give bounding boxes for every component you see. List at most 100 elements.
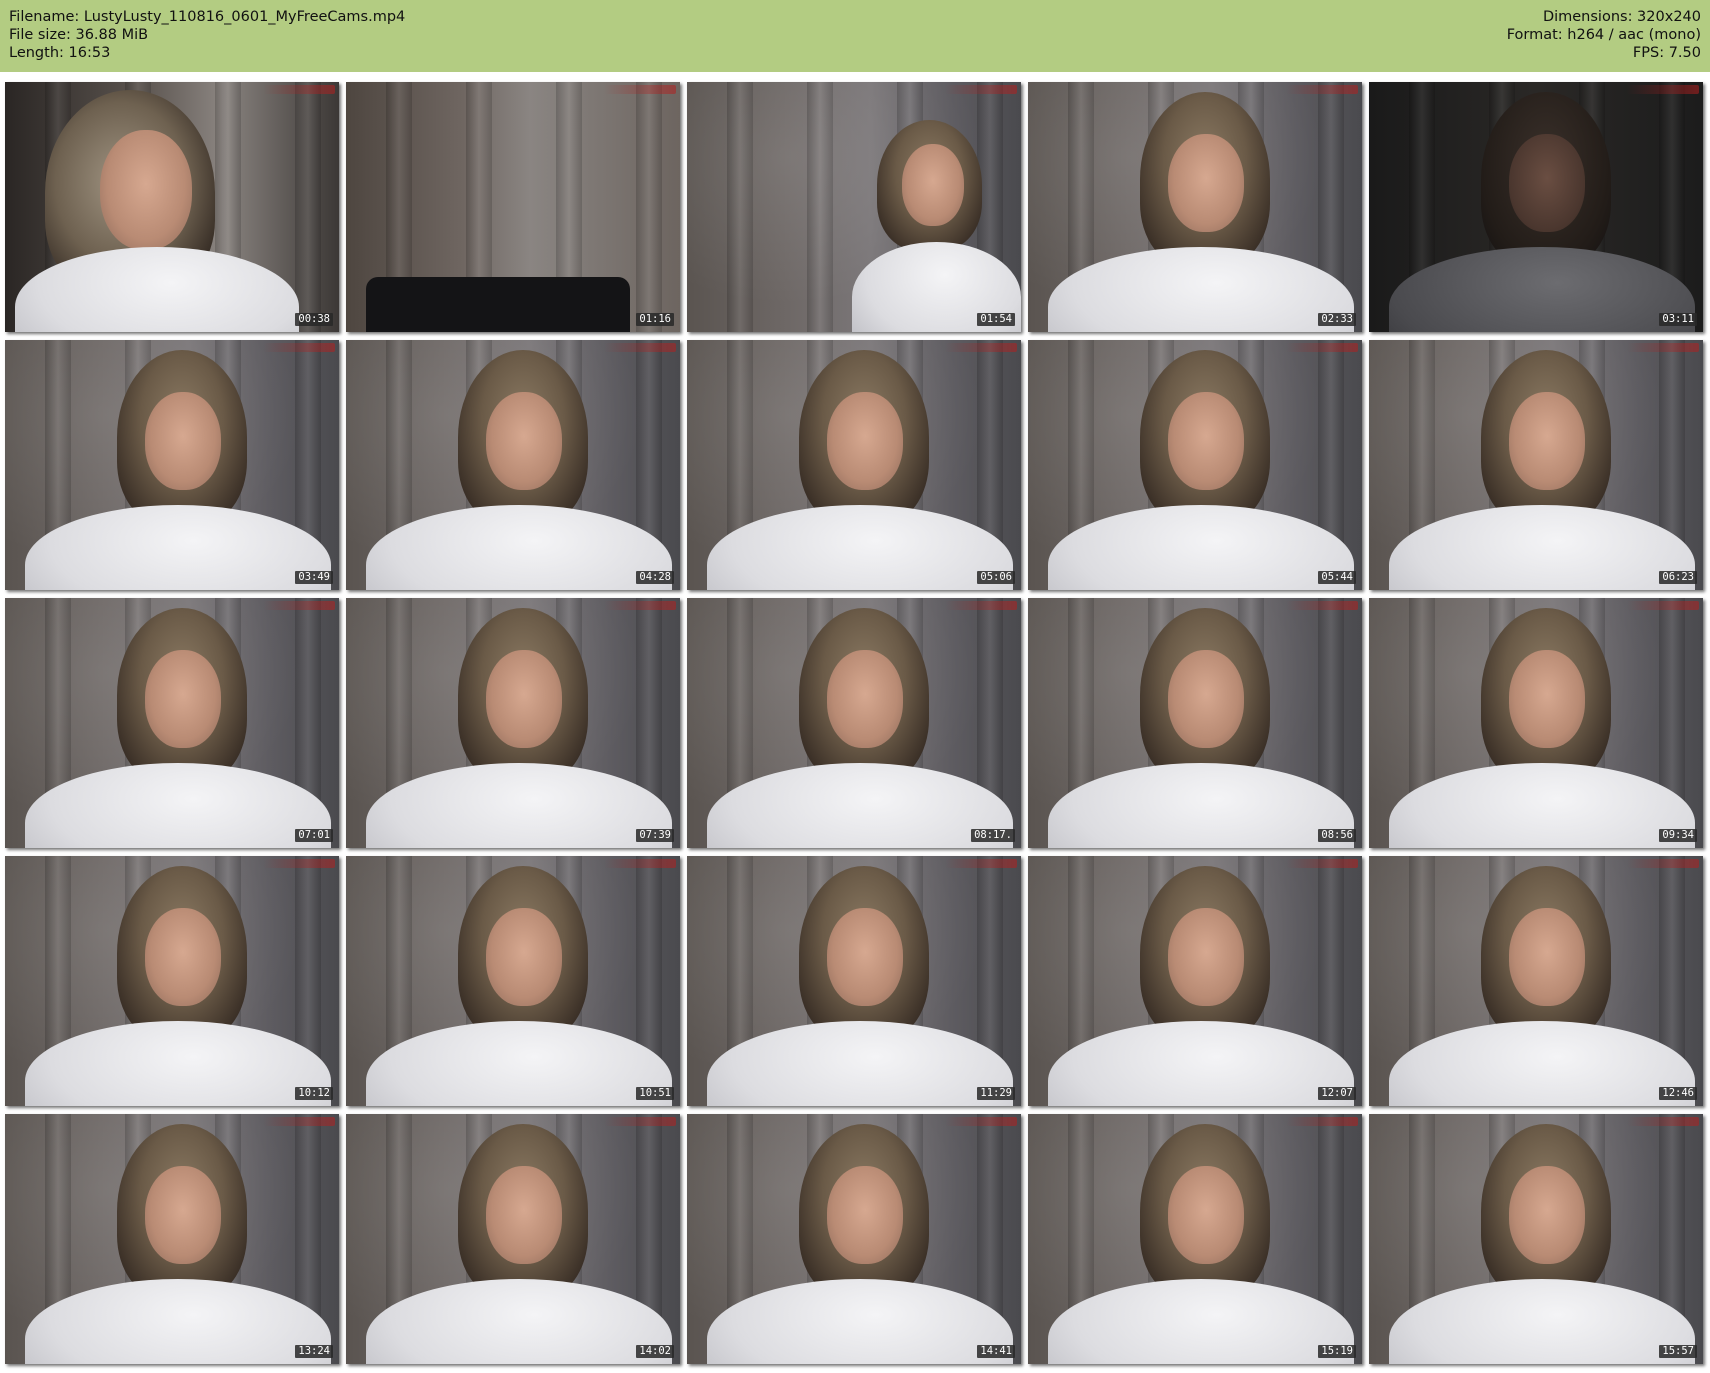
watermark	[1627, 601, 1699, 610]
timestamp-label: 13:24	[295, 1345, 333, 1358]
file-info: Filename: LustyLusty_110816_0601_MyFreeC…	[9, 8, 405, 62]
watermark	[1627, 343, 1699, 352]
person-face	[145, 908, 221, 1006]
info-header: Filename: LustyLusty_110816_0601_MyFreeC…	[0, 0, 1710, 72]
watermark	[1627, 1117, 1699, 1126]
watermark	[604, 859, 676, 868]
fps-text: FPS: 7.50	[1632, 45, 1701, 61]
watermark	[263, 343, 335, 352]
video-thumbnail: 10:12	[5, 856, 339, 1106]
watermark	[263, 1117, 335, 1126]
timestamp-label: 14:41	[977, 1345, 1015, 1358]
curtain-fold	[295, 82, 321, 332]
person-face	[827, 1166, 903, 1264]
stream-info: Dimensions: 320x240 Format: h264 / aac (…	[1507, 8, 1701, 62]
watermark	[604, 601, 676, 610]
video-thumbnail: 14:02	[346, 1114, 680, 1364]
timestamp-label: 15:19	[1318, 1345, 1356, 1358]
timestamp-label: 14:02	[636, 1345, 674, 1358]
person-face	[1509, 1166, 1585, 1264]
timestamp-label: 01:16	[636, 313, 674, 326]
video-thumbnail: 04:28	[346, 340, 680, 590]
video-thumbnail: 08:17.	[687, 598, 1021, 848]
watermark	[1286, 343, 1358, 352]
timestamp-label: 04:28	[636, 571, 674, 584]
video-thumbnail: 05:44	[1028, 340, 1362, 590]
timestamp-label: 12:07	[1318, 1087, 1356, 1100]
watermark	[1627, 85, 1699, 94]
person-face	[1168, 1166, 1244, 1264]
video-thumbnail: 02:33	[1028, 82, 1362, 332]
timestamp-label: 07:39	[636, 829, 674, 842]
video-thumbnail: 01:16	[346, 82, 680, 332]
video-thumbnail: 14:41	[687, 1114, 1021, 1364]
timestamp-label: 08:56	[1318, 829, 1356, 842]
video-thumbnail: 07:39	[346, 598, 680, 848]
video-thumbnail: 00:38	[5, 82, 339, 332]
watermark	[604, 85, 676, 94]
person-face	[1509, 908, 1585, 1006]
video-thumbnail: 15:19	[1028, 1114, 1362, 1364]
video-thumbnail: 12:07	[1028, 856, 1362, 1106]
watermark	[945, 1117, 1017, 1126]
timestamp-label: 03:49	[295, 571, 333, 584]
person-face	[902, 144, 964, 226]
video-thumbnail: 08:56	[1028, 598, 1362, 848]
video-thumbnail: 07:01	[5, 598, 339, 848]
person-face	[486, 650, 562, 748]
person-face	[1509, 134, 1585, 232]
timestamp-label: 10:51	[636, 1087, 674, 1100]
person-face	[827, 392, 903, 490]
format-text: Format: h264 / aac (mono)	[1506, 27, 1701, 43]
timestamp-label: 10:12	[295, 1087, 333, 1100]
timestamp-label: 05:06	[977, 571, 1015, 584]
person-face	[145, 392, 221, 490]
curtain-fold	[727, 82, 753, 332]
timestamp-label: 03:11	[1659, 313, 1697, 326]
person-face	[827, 650, 903, 748]
person-face	[145, 1166, 221, 1264]
video-thumbnail: 01:54	[687, 82, 1021, 332]
watermark	[604, 343, 676, 352]
person-face	[486, 908, 562, 1006]
person-face	[145, 650, 221, 748]
timestamp-label: 02:33	[1318, 313, 1356, 326]
watermark	[945, 601, 1017, 610]
filesize-text: File size: 36.88 MiB	[9, 27, 149, 43]
video-thumbnail: 03:49	[5, 340, 339, 590]
timestamp-label: 00:38	[295, 313, 333, 326]
curtain-fold	[636, 82, 662, 332]
video-thumbnail: 09:34	[1369, 598, 1703, 848]
watermark	[263, 859, 335, 868]
video-thumbnail: 15:57	[1369, 1114, 1703, 1364]
person-face	[1168, 392, 1244, 490]
dimensions-text: Dimensions: 320x240	[1542, 9, 1701, 25]
watermark	[1286, 85, 1358, 94]
video-thumbnail: 12:46	[1369, 856, 1703, 1106]
timestamp-label: 08:17.	[971, 829, 1015, 842]
length-text: Length: 16:53	[9, 45, 111, 61]
video-thumbnail: 03:11	[1369, 82, 1703, 332]
filename-text: Filename: LustyLusty_110816_0601_MyFreeC…	[9, 9, 406, 25]
person-face	[1168, 650, 1244, 748]
person-face	[486, 1166, 562, 1264]
watermark	[1286, 1117, 1358, 1126]
sofa-shape	[366, 277, 630, 332]
watermark	[604, 1117, 676, 1126]
timestamp-label: 11:29	[977, 1087, 1015, 1100]
person-face	[827, 908, 903, 1006]
video-thumbnail: 06:23	[1369, 340, 1703, 590]
video-thumbnail: 13:24	[5, 1114, 339, 1364]
timestamp-label: 15:57	[1659, 1345, 1697, 1358]
curtain-fold	[807, 82, 833, 332]
person-face	[1509, 392, 1585, 490]
timestamp-label: 01:54	[977, 313, 1015, 326]
watermark	[945, 343, 1017, 352]
video-thumbnail: 05:06	[687, 340, 1021, 590]
person-face	[1168, 908, 1244, 1006]
watermark	[1286, 859, 1358, 868]
person-face	[1168, 134, 1244, 232]
timestamp-label: 05:44	[1318, 571, 1356, 584]
timestamp-label: 12:46	[1659, 1087, 1697, 1100]
thumbnail-grid: 00:38 01:16 01:54 02:33 03:11 03:49 04:28 05:06…	[5, 82, 1703, 1364]
